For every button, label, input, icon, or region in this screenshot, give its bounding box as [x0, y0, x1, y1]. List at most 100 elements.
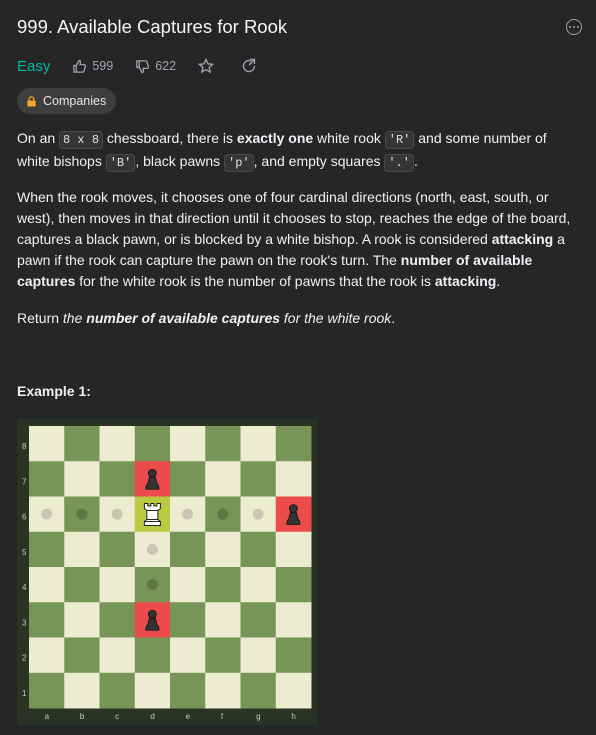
board-square-d1 [134, 672, 171, 709]
code-board-size: 8 x 8 [59, 131, 104, 149]
more-options-icon[interactable] [566, 19, 582, 35]
description-paragraph-2: When the rook moves, it chooses one of f… [17, 189, 571, 289]
dislike-button[interactable]: 622 [135, 59, 176, 74]
code-empty: '.' [384, 154, 415, 172]
board-square-f5 [205, 531, 241, 568]
example-title: Example 1: [17, 383, 91, 399]
board-square-c5 [99, 531, 136, 568]
board-square-f2 [205, 637, 241, 674]
chessboard: 8 7 6 5 4 3 2 1 a b c d e f g h [22, 426, 312, 721]
thumbs-up-icon [73, 59, 87, 73]
like-button[interactable]: 599 [72, 59, 113, 74]
difficulty-badge: Easy [17, 57, 51, 75]
file-label: f [221, 712, 224, 721]
board-square-a4 [29, 567, 65, 603]
board-square-g3 [240, 602, 277, 638]
board-square-f4 [205, 567, 241, 603]
board-square-f1 [205, 672, 241, 709]
board-square-a2 [29, 637, 65, 674]
board-square-g4 [240, 567, 277, 603]
board-square-a5 [29, 531, 65, 568]
move-dot-g6 [252, 508, 264, 520]
rank-label: 3 [22, 618, 27, 627]
file-label: g [256, 712, 260, 721]
board-square-h4 [275, 567, 312, 603]
thumbs-down-icon [136, 59, 150, 73]
white-rook-icon [143, 503, 161, 526]
board-square-g8 [240, 426, 277, 462]
rank-label: 4 [22, 583, 27, 592]
board-square-b4 [64, 567, 100, 603]
board-square-c2 [99, 637, 136, 674]
board-square-d8 [134, 426, 171, 462]
rank-label: 8 [22, 442, 27, 451]
board-square-e7 [170, 461, 206, 497]
file-label: d [150, 712, 154, 721]
board-square-b7 [64, 461, 100, 497]
board-square-e2 [170, 637, 206, 674]
share-icon [242, 58, 256, 73]
move-dot-b6 [76, 508, 88, 520]
move-dot-c6 [111, 508, 123, 520]
board-square-e4 [170, 567, 206, 603]
rank-label: 5 [22, 548, 27, 557]
file-label: e [186, 712, 191, 721]
file-label: h [291, 712, 295, 721]
board-square-a7 [29, 461, 65, 497]
rank-label: 6 [22, 513, 27, 522]
board-square-h2 [275, 637, 312, 674]
description-paragraph-1: On an 8 x 8 chessboard, there is exactly… [17, 130, 547, 172]
board-square-b5 [64, 531, 100, 568]
board-square-b1 [64, 672, 100, 709]
board-square-c3 [99, 602, 136, 638]
file-label: b [80, 712, 85, 721]
board-square-c1 [99, 672, 136, 709]
board-square-h8 [275, 426, 312, 462]
board-square-g5 [240, 531, 277, 568]
star-icon [198, 58, 215, 74]
board-square-h5 [275, 531, 312, 568]
board-square-g7 [240, 461, 277, 497]
example-chessboard-image: 8 7 6 5 4 3 2 1 a b c d e f g h [17, 419, 317, 725]
board-square-a8 [29, 426, 65, 462]
board-square-a1 [29, 672, 65, 709]
share-button[interactable] [241, 58, 262, 74]
move-dot-e6 [182, 508, 194, 520]
board-square-g2 [240, 637, 277, 674]
board-square-d2 [134, 637, 171, 674]
board-square-f7 [205, 461, 241, 497]
board-square-h7 [275, 461, 312, 497]
board-square-f8 [205, 426, 241, 462]
board-square-h3 [275, 602, 312, 638]
file-label: a [45, 712, 50, 721]
board-square-h1 [275, 672, 312, 709]
move-dot-d5 [146, 543, 158, 555]
board-square-b2 [64, 637, 100, 674]
rank-label: 7 [22, 477, 27, 486]
lock-icon [27, 95, 36, 107]
board-square-c4 [99, 567, 136, 603]
like-count: 599 [92, 59, 114, 73]
rank-label: 1 [22, 689, 27, 698]
code-bishop: 'B' [105, 154, 136, 172]
board-square-e1 [170, 672, 206, 709]
code-pawn: 'p' [224, 154, 254, 172]
move-dot-f6 [217, 508, 229, 520]
board-square-c8 [99, 426, 136, 462]
board-square-e8 [170, 426, 206, 462]
board-square-a3 [29, 602, 65, 638]
code-rook: 'R' [384, 131, 415, 149]
board-square-e5 [170, 531, 206, 568]
problem-meta-row: Easy 599 622 [17, 56, 284, 76]
dislike-count: 622 [155, 59, 177, 73]
description-paragraph-3: Return the number of available captures … [17, 310, 396, 326]
file-label: c [115, 712, 119, 721]
companies-label: Companies [43, 94, 107, 108]
board-square-c7 [99, 461, 136, 497]
rank-label: 2 [22, 654, 27, 663]
board-square-f3 [205, 602, 241, 638]
problem-title: 999. Available Captures for Rook [17, 16, 288, 37]
companies-tag[interactable]: Companies [17, 88, 117, 114]
favorite-button[interactable] [198, 58, 219, 74]
board-square-e3 [170, 602, 206, 638]
